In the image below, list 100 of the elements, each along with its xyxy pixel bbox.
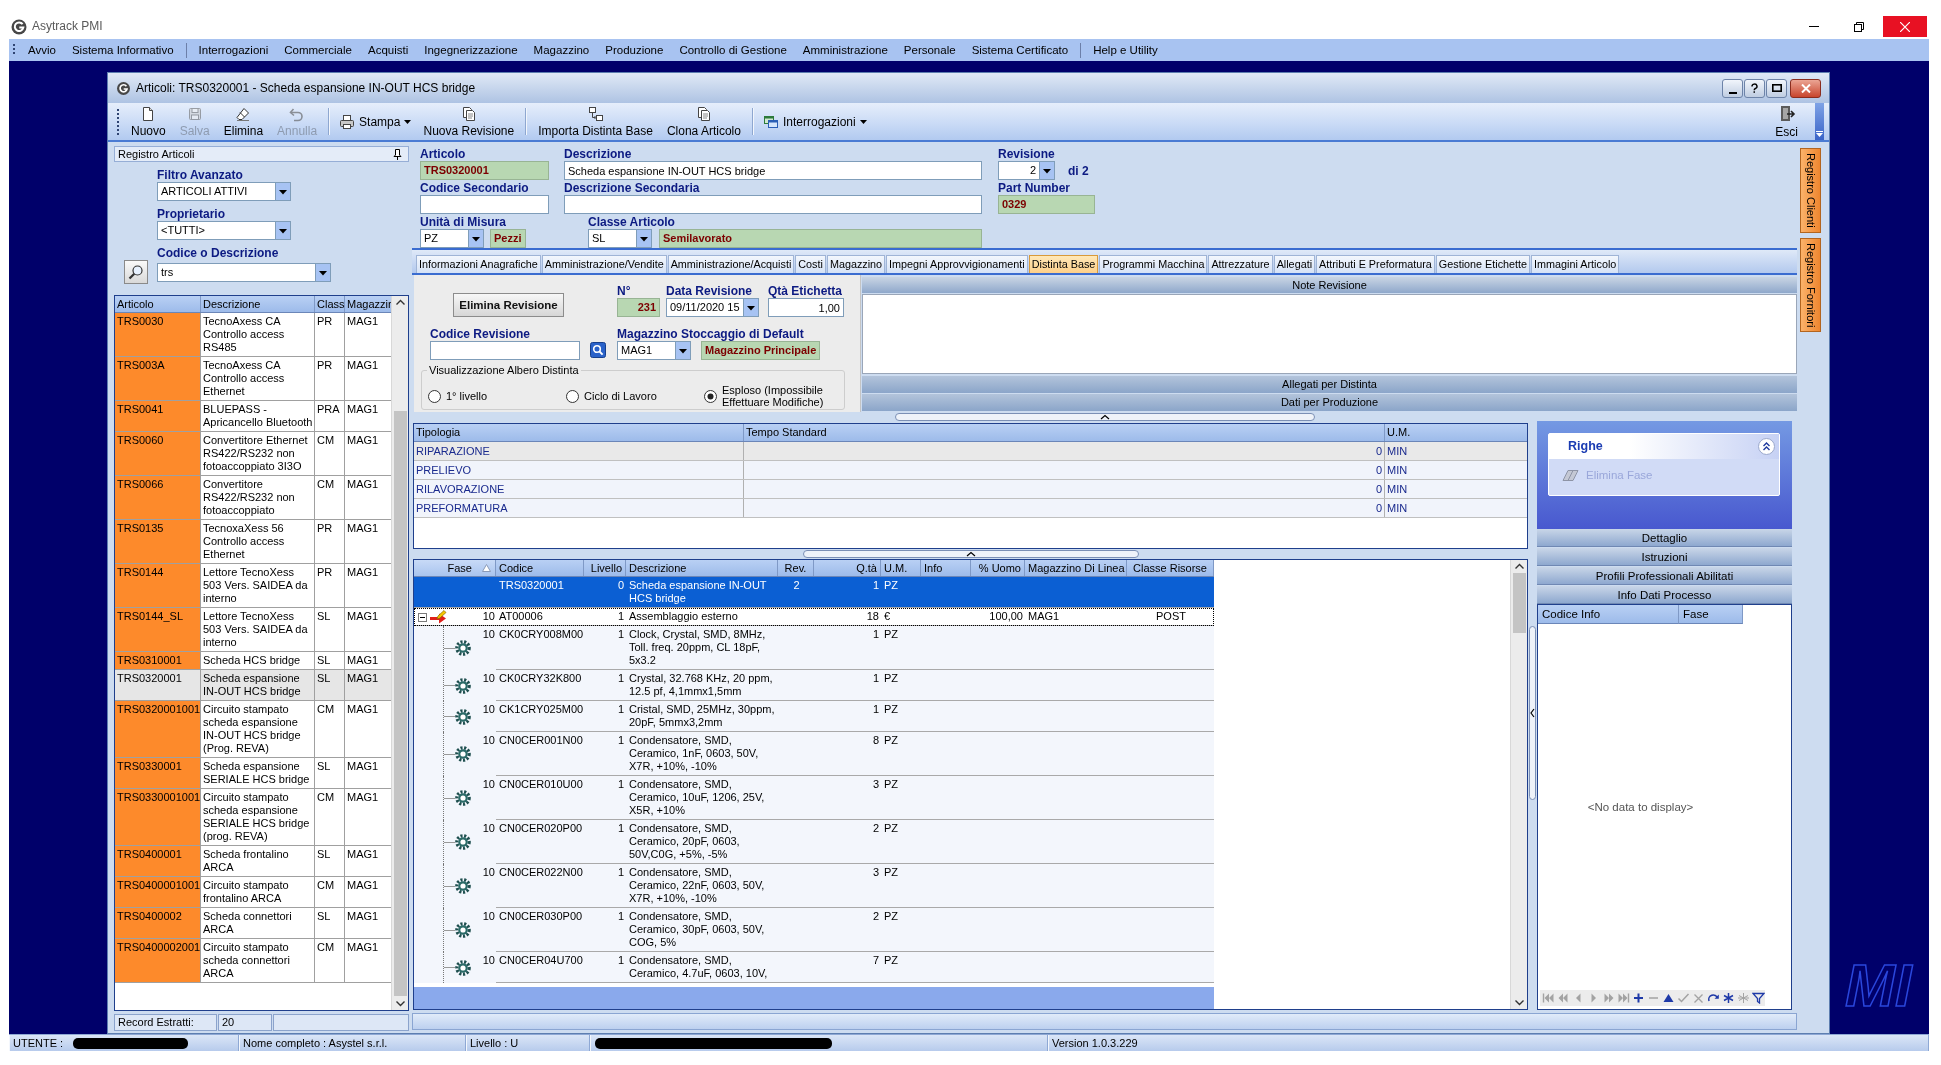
splitter-handle[interactable] <box>894 412 1315 421</box>
side-tab[interactable]: Registro Clienti <box>1800 148 1821 233</box>
splitter-handle[interactable] <box>1529 626 1536 800</box>
column-header[interactable]: Articolo <box>115 296 201 312</box>
table-row[interactable]: 10 AT00006 1 Assemblaggio esterno 18 € 100,00 MAG1 POST <box>414 608 1214 626</box>
column-header[interactable]: Fase <box>1679 605 1743 624</box>
column-header[interactable]: Descrizione <box>201 296 315 312</box>
toolbar-button[interactable]: Stampa <box>334 103 417 140</box>
table-row[interactable]: TRS0400002001 Circuito stampato scheda connettori ARCA CM MAG1 <box>115 939 391 983</box>
table-row[interactable]: TRS0030 TecnoAxess CA Controllo access RS485 PR MAG1 <box>115 313 391 357</box>
dropdown-field[interactable]: ARTICOLI ATTIVI <box>157 182 291 201</box>
dropdown-field[interactable]: SL <box>588 229 652 248</box>
tab[interactable]: Allegati <box>1273 255 1316 273</box>
tab[interactable]: Amministrazione/Acquisti <box>667 255 795 273</box>
table-row[interactable]: TRS0144_SL Lettore TecnoXess 503 Vers. SAIDEA da interno SL MAG1 <box>115 608 391 652</box>
redo-icon[interactable] <box>1707 992 1720 1004</box>
column-header[interactable]: Descrizione <box>626 560 778 576</box>
table-row[interactable]: TRS0400001001 Circuito stampato frontalino ARCA CM MAG1 <box>115 877 391 908</box>
toolbar-button[interactable]: Nuova Revisione <box>416 103 522 140</box>
menu-item[interactable]: Help e Utility <box>1085 42 1166 58</box>
radio-icon[interactable] <box>566 389 579 403</box>
notes-field[interactable] <box>862 294 1797 374</box>
menu-item[interactable]: Interrogazioni <box>190 42 277 58</box>
section-bar[interactable]: Allegati per Distinta <box>862 376 1797 393</box>
dropdown-field[interactable]: 2 <box>998 161 1055 180</box>
table-row[interactable]: 10 CN0CER010U00 1 Condensatore, SMD, Ceramico, 10uF, 1206, 25V, X5R, +10% 3 PZ <box>414 776 1214 820</box>
table-row[interactable]: TRS0320001 Scheda espansione IN-OUT HCS bridge SL MAG1 <box>115 670 391 701</box>
tab[interactable]: Attrezzature <box>1208 255 1273 273</box>
column-header[interactable]: Magazzir <box>345 296 391 312</box>
restore-button[interactable] <box>1766 78 1787 98</box>
column-header[interactable]: Codice <box>496 560 584 576</box>
column-header[interactable]: Codice Info <box>1538 605 1679 624</box>
table-row[interactable]: PREFORMATURA 0 MIN <box>414 499 1527 518</box>
search-button[interactable] <box>124 260 148 284</box>
section-bar[interactable]: Istruzioni <box>1537 548 1792 566</box>
date-field[interactable]: 09/11/2020 15 <box>666 298 759 317</box>
dropdown-field[interactable]: PZ <box>420 229 484 248</box>
column-header[interactable]: U.M. <box>881 560 921 576</box>
menu-item[interactable]: Controllo di Gestione <box>671 42 795 58</box>
table-row[interactable]: 10 CN0CER022N00 1 Condensatore, SMD, Ceramico, 22nF, 0603, 50V, X7R, +10%, -10% 3 PZ <box>414 864 1214 908</box>
table-row[interactable]: 10 CN0CER020P00 1 Condensatore, SMD, Ceramico, 20pF, 0603, 50V,C0G, +5%, -5% 2 PZ <box>414 820 1214 864</box>
table-row[interactable]: 10 CN0CER04U700 1 Condensatore, SMD, Ceramico, 4.7uF, 0603, 10V, 7 PZ <box>414 952 1214 983</box>
menu-item[interactable]: Produzione <box>597 42 672 58</box>
column-header[interactable]: Rev. <box>778 560 814 576</box>
asterisk-icon[interactable] <box>1722 992 1735 1004</box>
menu-item[interactable]: Magazzino <box>525 42 598 58</box>
column-header[interactable]: Tempo Standard <box>744 424 1385 441</box>
tab[interactable]: Impegni Approvvigionamenti <box>886 255 1028 273</box>
column-header[interactable]: Livello <box>584 560 626 576</box>
close-button[interactable] <box>1883 16 1927 37</box>
radio-option[interactable]: Ciclo di Lavoro <box>566 389 704 403</box>
up-triangle-icon[interactable] <box>1662 992 1675 1004</box>
radio-icon[interactable] <box>704 389 717 403</box>
dropdown-field[interactable]: MAG1 <box>617 341 691 360</box>
table-row[interactable]: 10 CN0CER030P00 1 Condensatore, SMD, Ceramico, 30pF, 0603, 50V, COG, 5% 2 PZ <box>414 908 1214 952</box>
collapse-icon[interactable] <box>1758 438 1775 455</box>
column-header[interactable]: Classe Risorse <box>1127 560 1214 576</box>
funnel-icon[interactable] <box>1752 992 1765 1004</box>
dropdown-field[interactable]: trs <box>157 262 331 282</box>
tab[interactable]: Distinta Base <box>1028 255 1099 273</box>
splitter-handle[interactable] <box>802 550 1139 558</box>
scrollbar[interactable] <box>391 296 408 1010</box>
table-row[interactable]: 10 CN0CER001N00 1 Condensatore, SMD, Ceramico, 1nF, 0603, 50V, X7R, +10%, -10% 8 PZ <box>414 732 1214 776</box>
column-header[interactable]: Tipologia <box>414 424 744 441</box>
section-bar[interactable]: Profili Professionali Abilitati <box>1537 567 1792 585</box>
table-row[interactable]: TRS0320001001 Circuito stampato scheda espansione IN-OUT HCS bridge (Prog. REVA) CM MAG1 <box>115 701 391 758</box>
side-tab[interactable]: Registro Fornitori <box>1800 237 1821 332</box>
text-field[interactable]: 1,00 <box>768 298 844 317</box>
radio-option[interactable]: 1° livello <box>428 389 566 403</box>
column-header[interactable]: Magazzino Di Linea <box>1025 560 1127 576</box>
table-row[interactable]: TRS0310001 Scheda HCS bridge SL MAG1 <box>115 652 391 670</box>
toolbar-button[interactable]: Importa Distinta Base <box>531 103 660 140</box>
radio-icon[interactable] <box>428 389 441 403</box>
radio-option[interactable]: Esploso (Impossibile Effettuare Modifiche) <box>704 384 844 408</box>
column-header[interactable]: Class <box>315 296 345 312</box>
menu-item[interactable]: Personale <box>895 42 964 58</box>
section-bar[interactable]: Dettaglio <box>1537 529 1792 547</box>
dropdown-field[interactable]: <TUTTI> <box>157 221 291 240</box>
column-header[interactable]: Q.tà <box>814 560 881 576</box>
table-row[interactable]: TRS0400002 Scheda connettori ARCA SL MAG1 <box>115 908 391 939</box>
tab[interactable]: Costi <box>795 255 826 273</box>
column-header[interactable]: % Uomo <box>971 560 1025 576</box>
column-header[interactable]: Fase <box>414 560 496 576</box>
table-row[interactable]: 10 CK0CRY32K800 1 Crystal, 32.768 KHz, 20 ppm, 12.5 pf, 4,1mmx1,5mm 1 PZ <box>414 670 1214 701</box>
section-bar[interactable]: Info Dati Processo <box>1537 586 1792 604</box>
section-bar[interactable]: Dati per Produzione <box>862 394 1797 411</box>
table-row[interactable]: TRS0330001001 Circuito stampato scheda espansione SERIALE HCS bridge (prog. REVA) CM MAG1 <box>115 789 391 846</box>
tab[interactable]: Magazzino <box>826 255 886 273</box>
tab[interactable]: Informazioni Anagrafiche <box>416 255 541 273</box>
scrollbar-thumb[interactable] <box>1512 573 1526 633</box>
menu-item[interactable]: Sistema Informativo <box>63 42 182 58</box>
search-icon[interactable] <box>590 342 606 358</box>
text-field[interactable] <box>420 195 549 214</box>
table-row[interactable]: TRS0066 Convertitore RS422/RS232 non fotoaccoppiato CM MAG1 <box>115 476 391 520</box>
menu-item[interactable]: Amministrazione <box>794 42 896 58</box>
close-button[interactable] <box>1790 78 1821 98</box>
table-row[interactable]: TRS0060 Convertitore Ethernet RS422/RS232 non fotoaccoppiato 3I3O CM MAG1 <box>115 432 391 476</box>
plus-icon[interactable] <box>1632 992 1645 1004</box>
table-row[interactable]: TRS0041 BLUEPASS - Apricancello Bluetooth PRA MAG1 <box>115 401 391 432</box>
table-row[interactable]: RILAVORAZIONE 0 MIN <box>414 480 1527 499</box>
